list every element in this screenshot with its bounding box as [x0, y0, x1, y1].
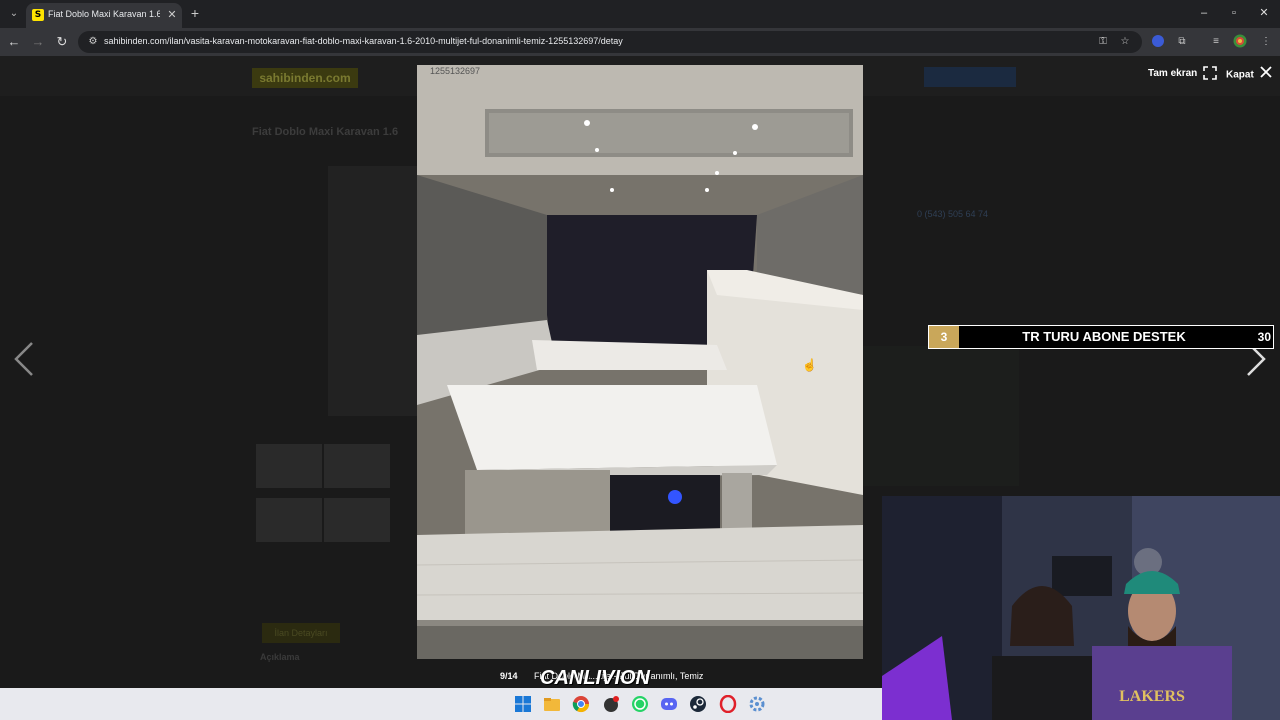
tab-search-icon[interactable]: ⌄ [6, 6, 22, 22]
forward-icon[interactable]: → [30, 34, 46, 50]
discord-icon[interactable] [660, 695, 678, 713]
lightbox-close-button[interactable]: Kapat [1226, 66, 1272, 82]
browser-tab-active[interactable]: S Fiat Doblo Maxi Karavan 1.6 20 ✕ [26, 3, 182, 28]
webcam-feed: LAKERS [882, 496, 1280, 720]
goal-title: TR TURU ABONE DESTEK [1022, 329, 1186, 344]
description-heading: Açıklama [260, 652, 300, 662]
close-label: Kapat [1226, 69, 1254, 81]
windows-taskbar [0, 688, 882, 720]
map-panel-dimmed [863, 346, 1019, 486]
maximize-icon[interactable]: ▫ [1226, 5, 1242, 21]
app-icon[interactable] [602, 695, 620, 713]
screen: ⌄ S Fiat Doblo Maxi Karavan 1.6 20 ✕ + –… [0, 0, 1280, 720]
settings-icon[interactable] [748, 695, 766, 713]
window-close-icon[interactable]: ✕ [1256, 5, 1272, 21]
listing-details-tab[interactable]: İlan Detayları [262, 623, 340, 643]
fullscreen-label: Tam ekran [1148, 68, 1198, 79]
windows-start-icon[interactable] [514, 695, 532, 713]
thumbnail[interactable] [256, 444, 322, 488]
extensions-puzzle-icon[interactable]: ⧉ [1174, 34, 1190, 50]
whatsapp-icon[interactable] [631, 695, 649, 713]
new-tab-button[interactable]: + [188, 6, 202, 20]
close-icon [1259, 66, 1272, 84]
listing-title: Fiat Doblo Maxi Karavan 1.6 [252, 126, 399, 138]
reload-icon[interactable]: ↻ [54, 34, 70, 50]
ad-number: 1255132697 [430, 66, 481, 76]
tab-close-icon[interactable]: ✕ [166, 8, 178, 22]
browser-toolbar: ← → ↻ ⚙ sahibinden.com/ilan/vasita-karav… [0, 28, 1280, 56]
browser-menu-icon[interactable]: ⋮ [1258, 34, 1274, 50]
goal-target-count: 30 [1257, 330, 1271, 344]
opera-icon[interactable] [719, 694, 737, 714]
extension-icon[interactable] [1150, 34, 1166, 50]
subscriber-goal-bar: 3 TR TURU ABONE DESTEK 30 [928, 325, 1274, 349]
goal-current-count: 3 [929, 326, 959, 348]
site-info-icon[interactable]: ⚙ [86, 35, 100, 49]
sahibinden-favicon: S [32, 9, 44, 21]
sahibinden-logo[interactable]: sahibinden.com [252, 68, 358, 88]
hand-cursor-icon: ☝ [802, 358, 817, 372]
fullscreen-icon [1203, 66, 1217, 81]
file-explorer-icon[interactable] [543, 695, 561, 713]
url-text[interactable]: sahibinden.com/ilan/vasita-karavan-motok… [104, 36, 804, 49]
svg-text:LAKERS: LAKERS [1119, 688, 1185, 705]
gallery-photo[interactable] [417, 65, 863, 659]
thumbnail[interactable] [324, 444, 390, 488]
thumbnail[interactable] [324, 498, 390, 542]
tab-title: Fiat Doblo Maxi Karavan 1.6 20 [48, 9, 160, 19]
fullscreen-button[interactable]: Tam ekran [1148, 66, 1217, 82]
profile-avatar-icon[interactable] [1232, 34, 1248, 50]
steam-icon[interactable] [689, 695, 707, 713]
bookmark-star-icon[interactable]: ☆ [1118, 35, 1132, 49]
header-button[interactable] [924, 67, 1016, 87]
thumbnail[interactable] [256, 498, 322, 542]
main-photo-dimmed[interactable] [328, 166, 418, 416]
back-icon[interactable]: ← [6, 34, 22, 50]
photo-counter: 9/14 [500, 671, 518, 681]
previous-photo-arrow-icon[interactable] [12, 340, 36, 378]
media-control-icon[interactable]: ≡ [1208, 34, 1224, 50]
minimize-icon[interactable]: – [1196, 5, 1212, 21]
chrome-icon[interactable] [572, 695, 590, 713]
address-bar[interactable]: ⚙ sahibinden.com/ilan/vasita-karavan-mot… [78, 31, 1142, 53]
browser-tab-strip: ⌄ S Fiat Doblo Maxi Karavan 1.6 20 ✕ + –… [0, 0, 1280, 28]
seller-phone: 0 (543) 505 64 74 [917, 209, 989, 219]
password-key-icon[interactable]: ⚿ [1096, 35, 1110, 49]
